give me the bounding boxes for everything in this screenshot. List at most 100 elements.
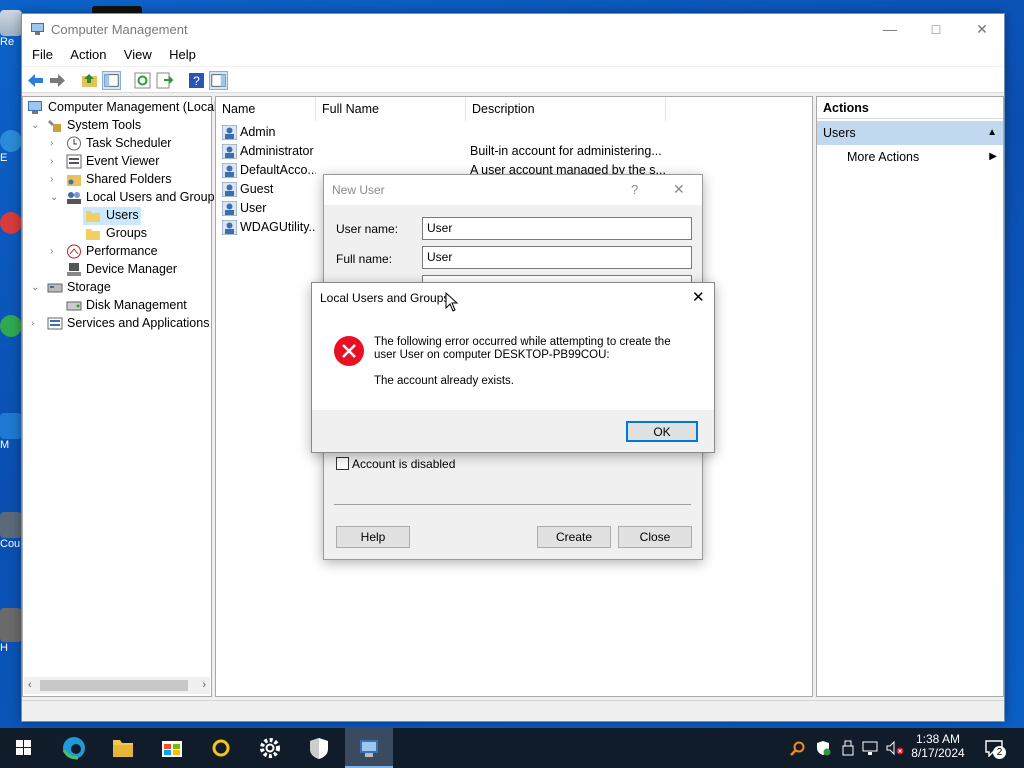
edge-browser-icon[interactable] <box>50 728 98 768</box>
computer-management-taskbar-button[interactable] <box>345 728 393 768</box>
chevron-right-icon[interactable]: › <box>50 157 60 167</box>
settings-gear-icon[interactable] <box>246 728 294 768</box>
tree-item-users[interactable]: Users <box>83 207 141 225</box>
notification-center-button[interactable]: 2 <box>976 728 1016 768</box>
file-explorer-icon[interactable] <box>99 728 147 768</box>
clock[interactable]: 1:38 AM 8/17/2024 <box>908 728 968 768</box>
menu-view[interactable]: View <box>114 45 152 62</box>
notification-count-badge: 2 <box>993 746 1006 759</box>
folder-icon <box>86 229 100 240</box>
tree-label: Shared Folders <box>86 172 172 186</box>
chevron-right-icon[interactable]: › <box>50 139 60 149</box>
taskbar: 1:38 AM 8/17/2024 2 <box>0 728 1024 768</box>
chevron-down-icon[interactable]: ⌄ <box>50 193 60 203</box>
column-header-name[interactable]: Name <box>216 97 316 121</box>
actions-section-users[interactable]: Users ▲ <box>817 121 1003 145</box>
svg-text:?: ? <box>193 74 200 88</box>
start-windows-icon[interactable] <box>0 728 48 768</box>
column-header-full-name[interactable]: Full Name <box>316 97 466 121</box>
desktop-icon-recycle-bin[interactable]: Re <box>0 10 22 48</box>
title-bar[interactable]: Computer Management — □ ✕ <box>22 14 1004 45</box>
minimize-button[interactable]: — <box>867 14 913 45</box>
new-user-title-bar[interactable]: New User ? ✕ <box>324 175 702 205</box>
more-actions-item[interactable]: More Actions ▶ <box>847 147 997 167</box>
desktop-icon-label: Re <box>0 36 15 48</box>
speaker-muted-icon <box>886 740 904 756</box>
actions-header: Actions <box>817 97 1003 119</box>
tree-label: Groups <box>106 226 147 240</box>
export-list-icon[interactable] <box>155 71 174 90</box>
create-button[interactable]: Create <box>537 526 611 548</box>
close-icon[interactable]: ✕ <box>692 288 705 306</box>
desktop-icon-h[interactable]: H <box>0 608 22 654</box>
clock-icon <box>67 136 81 151</box>
up-folder-icon[interactable] <box>80 71 99 90</box>
scroll-right-icon[interactable]: › <box>202 679 206 691</box>
user-name: WDAGUtility... <box>240 220 316 234</box>
volume-tray-icon[interactable] <box>884 728 906 768</box>
usb-tray-icon[interactable] <box>838 728 858 768</box>
close-window-button[interactable]: ✕ <box>959 14 1005 45</box>
show-hide-console-tree-icon[interactable] <box>102 71 121 90</box>
chevron-right-icon[interactable]: › <box>50 247 60 257</box>
search-tray-icon[interactable] <box>788 728 808 768</box>
users-group-icon <box>67 192 81 204</box>
desktop-icon-cou[interactable]: Cou <box>0 512 22 550</box>
user-icon <box>222 163 237 178</box>
tree-label: Computer Management (Local <box>48 100 217 114</box>
account-disabled-checkbox[interactable] <box>336 457 349 470</box>
chevron-right-icon[interactable]: › <box>50 175 60 185</box>
defender-tray-icon[interactable] <box>813 728 833 768</box>
error-dialog: Local Users and Groups ✕ The following e… <box>311 282 715 453</box>
tree-horizontal-scrollbar[interactable]: ‹ › <box>24 677 210 694</box>
windows-security-shield-icon[interactable] <box>295 728 343 768</box>
close-icon[interactable]: ✕ <box>673 181 685 198</box>
column-header-description[interactable]: Description <box>466 97 666 121</box>
user-name: User <box>240 201 267 215</box>
performance-icon <box>67 244 81 259</box>
scrollbar-thumb[interactable] <box>40 680 188 691</box>
tree-label: Device Manager <box>86 262 178 276</box>
forward-arrow-icon[interactable] <box>48 71 67 90</box>
network-tray-icon[interactable] <box>860 728 880 768</box>
error-dialog-body: Local Users and Groups ✕ The following e… <box>312 283 714 410</box>
desktop-icon-edge[interactable]: E <box>0 130 22 164</box>
clock-time: 1:38 AM <box>915 732 961 746</box>
chevron-down-icon[interactable]: ⌄ <box>31 121 41 131</box>
computer-management-icon <box>28 101 42 114</box>
ok-button[interactable]: OK <box>626 421 698 442</box>
back-arrow-icon[interactable] <box>26 71 45 90</box>
chevron-down-icon[interactable]: ⌄ <box>31 283 41 293</box>
account-disabled-label: Account is disabled <box>352 457 456 471</box>
username-field[interactable]: User <box>422 217 692 240</box>
storage-icon <box>47 283 63 293</box>
show-hide-action-pane-icon[interactable] <box>209 71 228 90</box>
shield-check-icon <box>817 741 831 756</box>
help-icon[interactable]: ? <box>187 71 206 90</box>
user-name: Guest <box>240 182 274 196</box>
menu-help[interactable]: Help <box>159 45 196 62</box>
menu-file[interactable]: File <box>22 45 53 62</box>
tree-label: Performance <box>86 244 158 258</box>
actions-section-label: Users <box>823 126 856 140</box>
scroll-left-icon[interactable]: ‹ <box>28 679 32 691</box>
desktop-icon-app[interactable] <box>0 212 22 234</box>
help-button[interactable]: Help <box>336 526 410 548</box>
tree-label: Services and Applications <box>67 316 210 330</box>
chevron-right-icon[interactable]: › <box>31 319 41 329</box>
desktop-icon-label: M <box>0 439 10 451</box>
fullname-field[interactable]: User <box>422 246 692 269</box>
refresh-icon[interactable] <box>133 71 152 90</box>
maximize-button[interactable]: □ <box>913 14 959 45</box>
close-button[interactable]: Close <box>618 526 692 548</box>
microsoft-store-icon[interactable] <box>148 728 196 768</box>
menu-action[interactable]: Action <box>60 45 106 62</box>
console-tree: Computer Management (Local ⌄ System Tool… <box>22 96 221 697</box>
collapse-up-icon[interactable]: ▲ <box>987 121 997 145</box>
norton-circle-icon[interactable] <box>197 728 245 768</box>
submenu-arrow-icon: ▶ <box>989 151 997 162</box>
divider <box>334 504 691 505</box>
desktop-icon-m[interactable]: M <box>0 413 22 451</box>
desktop-icon-chrome[interactable] <box>0 315 22 337</box>
help-question-icon[interactable]: ? <box>631 182 638 197</box>
